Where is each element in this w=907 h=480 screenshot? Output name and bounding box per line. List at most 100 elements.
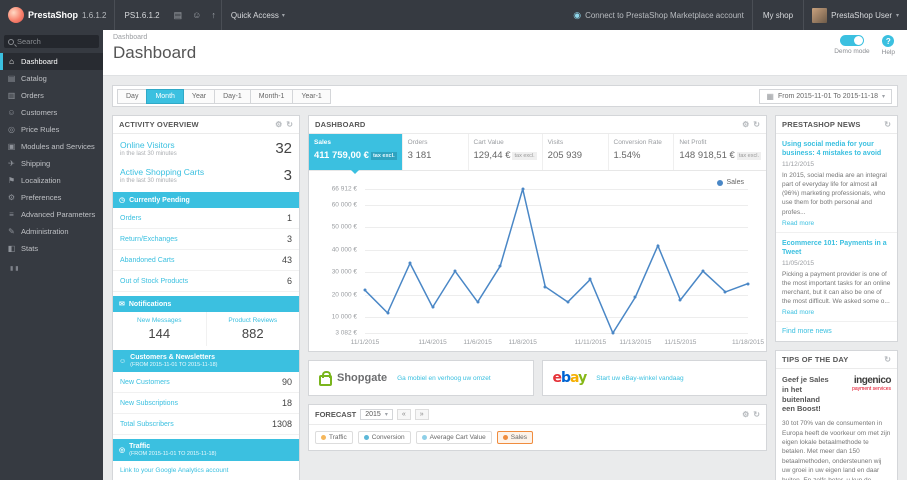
- filter-day-1-button[interactable]: Day-1: [214, 88, 251, 104]
- sidebar-item-administration[interactable]: ✎ Administration: [0, 223, 103, 240]
- y-axis-tick: 20 000 €: [331, 291, 357, 299]
- read-more-link[interactable]: Read more: [782, 220, 891, 227]
- panel-title: DASHBOARD: [315, 120, 366, 129]
- filter-month-button[interactable]: Month: [146, 88, 184, 104]
- sidebar-item-label: Dashboard: [21, 57, 58, 66]
- help-icon[interactable]: ?: [882, 35, 895, 47]
- filter-month-1-button[interactable]: Month-1: [249, 88, 294, 104]
- refresh-icon[interactable]: ↻: [753, 410, 760, 419]
- active-carts-label[interactable]: Active Shopping Carts: [120, 167, 284, 177]
- forecast-next-button[interactable]: »: [414, 409, 429, 420]
- date-range-picker[interactable]: ▦ From 2015-11-01 To 2015-11-18 ▾: [759, 88, 892, 104]
- brand[interactable]: PrestaShop 1.6.1.2: [0, 0, 114, 30]
- shopping-bag-icon: [319, 370, 332, 386]
- kpi-net-profit[interactable]: Net Profit 148 918,51 € tax excl.: [674, 134, 766, 170]
- sidebar-item-catalog[interactable]: ▤ Catalog: [0, 70, 103, 87]
- search-input[interactable]: [17, 37, 95, 46]
- sidebar-item-dashboard[interactable]: ⌂ Dashboard: [0, 53, 103, 70]
- kpi-conversion-rate[interactable]: Conversion Rate 1.54%: [609, 134, 675, 170]
- pending-row-abandoned-carts[interactable]: Abandoned Carts 43: [113, 250, 299, 271]
- customers-row-new-customers[interactable]: New Customers 90: [113, 372, 299, 393]
- read-more-link[interactable]: Read more: [782, 309, 891, 316]
- article-title[interactable]: Ecommerce 101: Payments in a Tweet: [782, 239, 891, 257]
- sidebar-item-shipping[interactable]: ✈ Shipping: [0, 155, 103, 172]
- shopgate-promo[interactable]: Shopgate Ga mobiel en verhoog uw omzet: [308, 360, 534, 396]
- customers-row-new-subscriptions[interactable]: New Subscriptions 18: [113, 393, 299, 414]
- row-value: 18: [281, 398, 292, 408]
- preferences-icon: ⚙: [7, 193, 16, 202]
- my-shop-link[interactable]: My shop: [753, 11, 803, 20]
- find-more-news-link[interactable]: Find more news: [776, 322, 897, 341]
- gear-icon[interactable]: ⚙: [742, 410, 749, 419]
- article-title[interactable]: Using social media for your business: 4 …: [782, 140, 891, 158]
- chip-label: Average Cart Value: [429, 434, 486, 441]
- tax-badge: tax excl.: [736, 152, 761, 160]
- ingenico-logo: ingenico payment services: [839, 375, 891, 414]
- x-axis-tick: 11/11/2015: [574, 339, 607, 346]
- toggle-knob: [853, 36, 863, 45]
- sidebar-collapse-button[interactable]: ▮▮: [0, 257, 103, 280]
- refresh-icon[interactable]: ↻: [884, 355, 891, 364]
- forecast-year-select[interactable]: 2015 ▾: [360, 409, 393, 420]
- data-point: [521, 187, 525, 191]
- shopgate-link[interactable]: Ga mobiel en verhoog uw omzet: [397, 375, 491, 382]
- sidebar-item-advanced-parameters[interactable]: ≡ Advanced Parameters: [0, 206, 103, 223]
- pending-row-out-of-stock[interactable]: Out of Stock Products 6: [113, 271, 299, 292]
- row-label: Return/Exchanges: [120, 235, 178, 243]
- breadcrumb[interactable]: Dashboard: [113, 34, 897, 41]
- refresh-icon[interactable]: ↻: [286, 120, 293, 129]
- filter-day-button[interactable]: Day: [117, 88, 148, 104]
- profile-icon[interactable]: ☺: [187, 10, 206, 20]
- ebay-letter: a: [570, 370, 579, 386]
- demo-mode-toggle[interactable]: [839, 35, 864, 46]
- sidebar-item-preferences[interactable]: ⚙ Preferences: [0, 189, 103, 206]
- product-reviews-cell[interactable]: Product Reviews 882: [207, 312, 300, 346]
- pending-row-returns[interactable]: Return/Exchanges 3: [113, 229, 299, 250]
- google-analytics-link[interactable]: Link to your Google Analytics account: [113, 461, 299, 480]
- online-visitors-label[interactable]: Online Visitors: [120, 140, 275, 150]
- forecast-chip-sales[interactable]: Sales: [496, 431, 533, 444]
- data-point: [498, 264, 502, 268]
- kpi-visits[interactable]: Visits 205 939: [543, 134, 609, 170]
- envelope-icon: ✉: [119, 301, 125, 308]
- user-menu[interactable]: PrestaShop User ▾: [804, 7, 907, 23]
- sidebar-item-price-rules[interactable]: ◎ Price Rules: [0, 121, 103, 138]
- sidebar-item-stats[interactable]: ◧ Stats: [0, 240, 103, 257]
- upgrade-icon[interactable]: ↑: [206, 10, 221, 20]
- kpi-sales[interactable]: Sales 411 759,00 € tax excl.: [309, 134, 403, 174]
- filter-year-button[interactable]: Year: [182, 88, 216, 104]
- cart-icon[interactable]: ▤: [169, 10, 188, 21]
- ebay-link[interactable]: Start uw eBay-winkel vandaag: [596, 375, 683, 382]
- date-range-text: From 2015-11-01 To 2015-11-18: [777, 92, 878, 100]
- quick-access-menu[interactable]: Quick Access ▾: [222, 0, 294, 30]
- sidebar-item-customers[interactable]: ☺ Customers: [0, 104, 103, 121]
- kpi-cart-value[interactable]: Cart Value 129,44 € tax excl.: [469, 134, 543, 170]
- forecast-chip-average-cart-value[interactable]: Average Cart Value: [415, 431, 492, 444]
- sidebar-item-localization[interactable]: ⚑ Localization: [0, 172, 103, 189]
- ebay-promo[interactable]: ebay Start uw eBay-winkel vandaag: [541, 360, 767, 396]
- kpi-orders[interactable]: Orders 3 181: [403, 134, 469, 170]
- marketplace-link[interactable]: ◉ Connect to PrestaShop Marketplace acco…: [565, 10, 752, 21]
- tips-body: 30 tot 70% van de consumenten in Europa …: [782, 420, 891, 480]
- sidebar-search[interactable]: [4, 35, 99, 48]
- forecast-prev-button[interactable]: «: [396, 409, 411, 420]
- row-value: 90: [281, 377, 292, 387]
- filter-year-1-button[interactable]: Year-1: [292, 88, 331, 104]
- pending-row-orders[interactable]: Orders 1: [113, 208, 299, 229]
- gear-icon[interactable]: ⚙: [742, 120, 749, 129]
- customers-row-total-subscribers[interactable]: Total Subscribers 1308: [113, 414, 299, 435]
- forecast-chip-conversion[interactable]: Conversion: [357, 431, 411, 444]
- sidebar-item-modules[interactable]: ▣ Modules and Services: [0, 138, 103, 155]
- refresh-icon[interactable]: ↻: [753, 120, 760, 129]
- refresh-icon[interactable]: ↻: [884, 120, 891, 129]
- gear-icon[interactable]: ⚙: [275, 120, 282, 129]
- new-messages-cell[interactable]: New Messages 144: [113, 312, 207, 346]
- stats-icon: ◧: [7, 244, 16, 253]
- shop-name[interactable]: PS1.6.1.2: [115, 11, 168, 20]
- sidebar-item-orders[interactable]: ▥ Orders: [0, 87, 103, 104]
- forecast-chip-traffic[interactable]: Traffic: [315, 431, 353, 444]
- sales-chart: Sales 66 912 € 60 000 € 50 000 € 40 000 € 30…: [317, 179, 764, 349]
- caret-down-icon: ▾: [384, 412, 388, 418]
- panel-header: ACTIVITY OVERVIEW ⚙ ↻: [113, 116, 299, 134]
- data-point: [701, 269, 705, 273]
